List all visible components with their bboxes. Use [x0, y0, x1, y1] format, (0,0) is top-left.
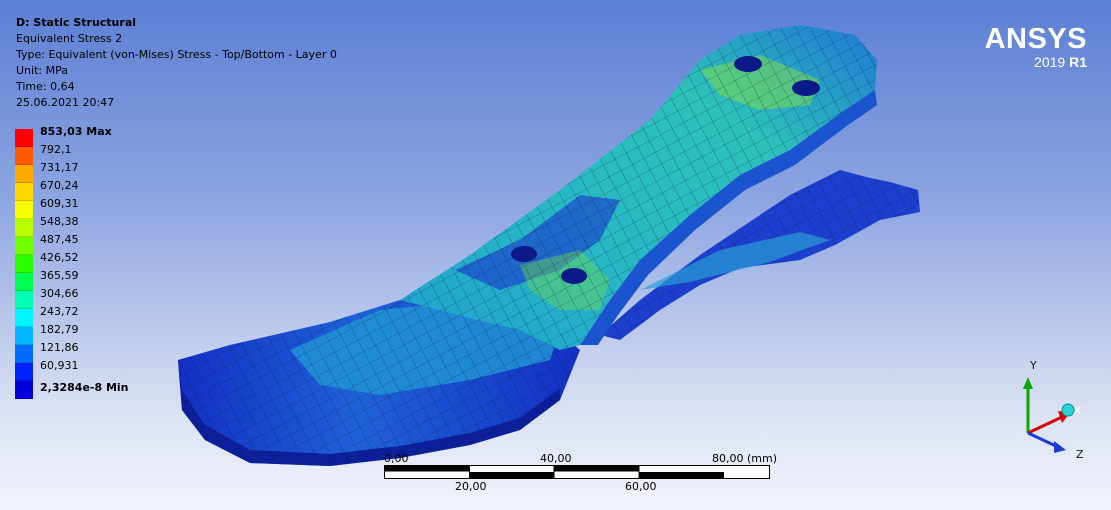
ansys-logo: ANSYS 2019 R1	[985, 24, 1087, 70]
legend-label: 853,03 Max	[40, 125, 112, 138]
result-date: 25.06.2021 20:47	[16, 96, 115, 109]
legend-swatch	[15, 291, 33, 309]
bolt-hole-2	[792, 80, 820, 96]
scale-label-40: 40,00	[540, 452, 572, 465]
scale-label-80: 80,00 (mm)	[712, 452, 778, 465]
legend-swatch	[15, 381, 33, 399]
legend-swatch	[15, 345, 33, 363]
legend-swatch	[15, 273, 33, 291]
scale-label-0: 0,00	[384, 452, 409, 465]
legend-label: 365,59	[40, 269, 79, 282]
legend-label: 670,24	[40, 179, 79, 192]
legend-swatch	[15, 183, 33, 201]
legend-swatch	[15, 219, 33, 237]
legend-label: 609,31	[40, 197, 79, 210]
analysis-title: D: Static Structural	[16, 16, 137, 29]
triad-x-label: X	[1074, 404, 1082, 417]
legend-label: 792,1	[40, 143, 72, 156]
graphics-viewport[interactable]: D: Static Structural Equivalent Stress 2…	[0, 0, 1111, 510]
legend-label: 731,17	[40, 161, 79, 174]
scale-label-60: 60,00	[625, 480, 657, 493]
legend-swatch	[15, 201, 33, 219]
legend-label: 60,931	[40, 359, 79, 372]
x-axis-arrow	[1027, 415, 1063, 435]
legend-swatch	[15, 255, 33, 273]
legend-swatch	[15, 309, 33, 327]
legend-swatch	[15, 363, 33, 381]
legend-label: 182,79	[40, 323, 79, 336]
triad-iso-ball[interactable]	[1061, 403, 1075, 417]
bolt-hole-1	[734, 56, 762, 72]
legend-swatch	[15, 165, 33, 183]
result-name: Equivalent Stress 2	[16, 32, 123, 45]
result-unit: Unit: MPa	[16, 64, 68, 77]
legend-label: 548,38	[40, 215, 79, 228]
triad-z-label: Z	[1076, 448, 1084, 461]
bolt-hole-4	[561, 268, 587, 284]
legend-label: 426,52	[40, 251, 79, 264]
result-type: Type: Equivalent (von-Mises) Stress - To…	[16, 48, 337, 61]
bolt-hole-3	[511, 246, 537, 262]
scale-bar-graphic	[384, 465, 770, 479]
scale-label-20: 20,00	[455, 480, 487, 493]
result-time: Time: 0,64	[16, 80, 75, 93]
legend-label: 121,86	[40, 341, 79, 354]
z-axis-arrowhead	[1054, 441, 1066, 453]
scale-ruler: 0,00 40,00 80,00 (mm) 20,00 60,00	[384, 452, 777, 498]
legend-swatch	[15, 237, 33, 255]
legend-label: 487,45	[40, 233, 79, 246]
legend-label: 243,72	[40, 305, 79, 318]
logo-version: 2019 R1	[1034, 54, 1087, 70]
legend-label: 2,3284e-8 Min	[40, 381, 129, 394]
z-axis-arrow	[1027, 431, 1059, 449]
legend-swatch	[15, 327, 33, 345]
axis-triad[interactable]: Y Z X	[1000, 355, 1100, 465]
logo-brand: ANSYS	[984, 23, 1087, 55]
y-axis-arrowhead	[1023, 377, 1033, 389]
legend-label: 304,66	[40, 287, 79, 300]
legend-swatch	[15, 147, 33, 165]
result-info-panel: D: Static Structural Equivalent Stress 2…	[16, 15, 337, 111]
triad-y-label: Y	[1029, 359, 1037, 372]
legend-swatch	[15, 129, 33, 147]
